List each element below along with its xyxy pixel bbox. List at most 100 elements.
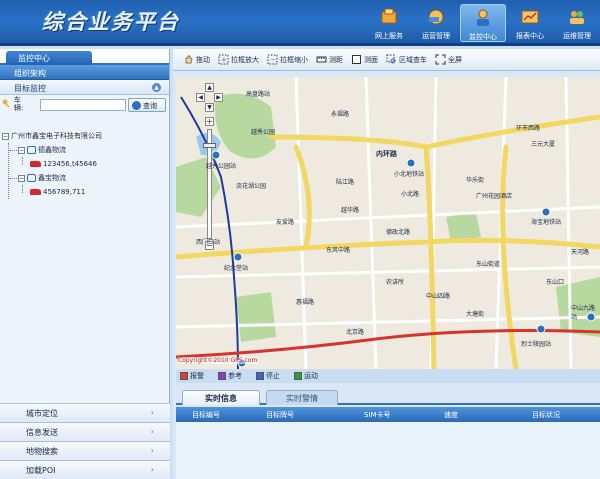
- tree-label-group: 鑫宝物流: [38, 174, 66, 182]
- info-table-body: [176, 422, 600, 479]
- menu-label: 加载POI: [26, 466, 56, 475]
- menu-label: 地物搜索: [26, 447, 58, 456]
- search-button[interactable]: 查询: [128, 98, 166, 112]
- app-title: 综合业务平台: [42, 9, 180, 34]
- collapse-toggle-icon[interactable]: −: [2, 132, 9, 140]
- zoom-in-button[interactable]: +: [205, 117, 214, 126]
- map-label: 惠福路: [296, 299, 315, 306]
- map-label: 中山九路站: [571, 305, 596, 321]
- left-tab-strip: 监控中心: [0, 49, 169, 65]
- map-label: 友爱路: [276, 219, 295, 226]
- car-icon: [30, 189, 41, 195]
- map-label: 小北路: [401, 191, 420, 198]
- map-label: 永福路: [331, 111, 350, 118]
- zoom-in-icon: +: [218, 54, 229, 65]
- map-copyright: Copyright©2010 GPS.com: [178, 357, 258, 364]
- map-label: 西门口站: [196, 239, 221, 246]
- map-label: 环市西路: [516, 125, 541, 132]
- car-icon: [30, 161, 41, 167]
- pan-left-icon[interactable]: ◀: [196, 93, 205, 102]
- collapse-icon[interactable]: ▲: [152, 83, 161, 92]
- tree-node-group[interactable]: − 鑫宝物流: [0, 171, 170, 185]
- tool-zoom-out[interactable]: − 拉框缩小: [267, 54, 308, 65]
- tree-node-vehicle[interactable]: 456789,711: [0, 185, 170, 199]
- column-header[interactable]: 速度: [444, 410, 458, 420]
- zoom-slider-handle[interactable]: [203, 143, 216, 148]
- svg-text:−: −: [271, 56, 277, 64]
- tool-label: 拉框缩小: [280, 55, 308, 64]
- section-target-monitor[interactable]: 目标监控 ▲: [0, 80, 169, 95]
- collapse-toggle-icon[interactable]: −: [18, 174, 25, 182]
- tool-pan[interactable]: 拖动: [183, 54, 210, 65]
- nav-label: 运维管理: [563, 32, 591, 40]
- tool-label: 区域查车: [399, 55, 427, 64]
- tool-label: 测距: [329, 55, 343, 64]
- legend-moving: 运动: [294, 371, 318, 381]
- legend-swatch: [256, 372, 264, 380]
- chevron-right-icon: ›: [150, 465, 154, 474]
- zoom-out-icon: −: [267, 54, 278, 65]
- tool-fullscreen[interactable]: 全屏: [435, 54, 462, 65]
- menu-city-locate[interactable]: 城市定位 ›: [0, 403, 170, 422]
- nav-online-service[interactable]: 网上服务: [366, 4, 412, 42]
- search-button-label: 查询: [143, 102, 157, 110]
- tool-area-search-vehicle[interactable]: 区域查车: [386, 54, 427, 65]
- online-service-icon: [381, 8, 397, 24]
- legend-label: 报警: [190, 372, 204, 380]
- tool-measure-area[interactable]: 测面: [351, 54, 378, 65]
- nav-operations[interactable]: 运营管理: [413, 4, 459, 42]
- legend-alarm: 报警: [180, 371, 204, 381]
- pan-up-icon[interactable]: ▲: [205, 83, 214, 92]
- pan-down-icon[interactable]: ▼: [205, 103, 214, 112]
- tree-label-vehicle: 123456,t45646: [43, 160, 97, 168]
- tree-label-company: 广州市鑫宝电子科技有限公司: [11, 132, 102, 140]
- tree-node-group[interactable]: − 德鑫物流: [0, 143, 170, 157]
- map-label: 内环路: [376, 150, 397, 158]
- tool-label: 拖动: [196, 55, 210, 64]
- nav-maintenance[interactable]: 运维管理: [554, 4, 600, 42]
- column-header[interactable]: SIM卡号: [364, 410, 391, 420]
- tree-node-company[interactable]: − 广州市鑫宝电子科技有限公司: [0, 129, 170, 143]
- tab-monitor-center[interactable]: 监控中心: [6, 51, 92, 65]
- tree-node-vehicle[interactable]: 123456,t45646: [0, 157, 170, 171]
- nav-label: 网上服务: [375, 32, 403, 40]
- map-label: 越华路: [341, 207, 360, 214]
- legend-swatch: [218, 372, 226, 380]
- chevron-right-icon: ›: [150, 427, 154, 436]
- nav-monitor-center[interactable]: 监控中心: [460, 4, 506, 42]
- column-header[interactable]: 目标编号: [192, 410, 220, 420]
- column-header[interactable]: 目标状况: [532, 410, 560, 420]
- tab-realtime-alarm[interactable]: 实时警情: [266, 390, 338, 405]
- pan-right-icon[interactable]: ▶: [214, 93, 223, 102]
- menu-load-poi[interactable]: 加载POI ›: [0, 460, 170, 479]
- status-legend: 报警 参考 停止 运动: [176, 369, 600, 383]
- hand-icon: [185, 55, 193, 64]
- map-label: 三元大厦: [531, 141, 556, 148]
- map-canvas[interactable]: ▲ ◀ ▶ ▼ + − 高盘路站 越秀公园站 越秀公园 流花湖公园 内环路 小北…: [176, 77, 600, 369]
- legend-stopped: 停止: [256, 371, 280, 381]
- map-label: 越秀公园站: [206, 163, 237, 170]
- column-header[interactable]: 目标牌号: [266, 410, 294, 420]
- nav-report-center[interactable]: 报表中心: [507, 4, 553, 42]
- menu-send-message[interactable]: 信息发送 ›: [0, 422, 170, 441]
- truck-gear-icon: [428, 9, 444, 25]
- tool-measure-distance[interactable]: 测距: [316, 54, 343, 65]
- map-label: 农讲所: [386, 279, 405, 286]
- info-tabs: 实时信息 实时警情: [176, 387, 600, 405]
- menu-label: 信息发送: [26, 428, 58, 437]
- vehicle-label: 车辆:: [14, 96, 24, 112]
- vehicle-search-input[interactable]: [40, 99, 126, 111]
- menu-poi-search[interactable]: 地物搜索 ›: [0, 441, 170, 460]
- legend-label: 参考: [228, 372, 242, 380]
- map-label: 流花湖公园: [236, 183, 267, 190]
- tool-zoom-in[interactable]: + 拉框放大: [218, 54, 259, 65]
- people-icon: [570, 11, 584, 24]
- collapse-toggle-icon[interactable]: −: [18, 146, 25, 154]
- tree-label-vehicle: 456789,711: [43, 188, 86, 196]
- nav-label: 报表中心: [516, 32, 544, 40]
- info-table-header: 目标编号 目标牌号 SIM卡号 速度 目标状况: [176, 407, 600, 422]
- map-label: 东风中路: [326, 247, 351, 254]
- group-icon: [27, 146, 36, 154]
- section-org-structure[interactable]: 组织架构: [0, 65, 169, 80]
- tab-realtime-info[interactable]: 实时信息: [182, 390, 260, 405]
